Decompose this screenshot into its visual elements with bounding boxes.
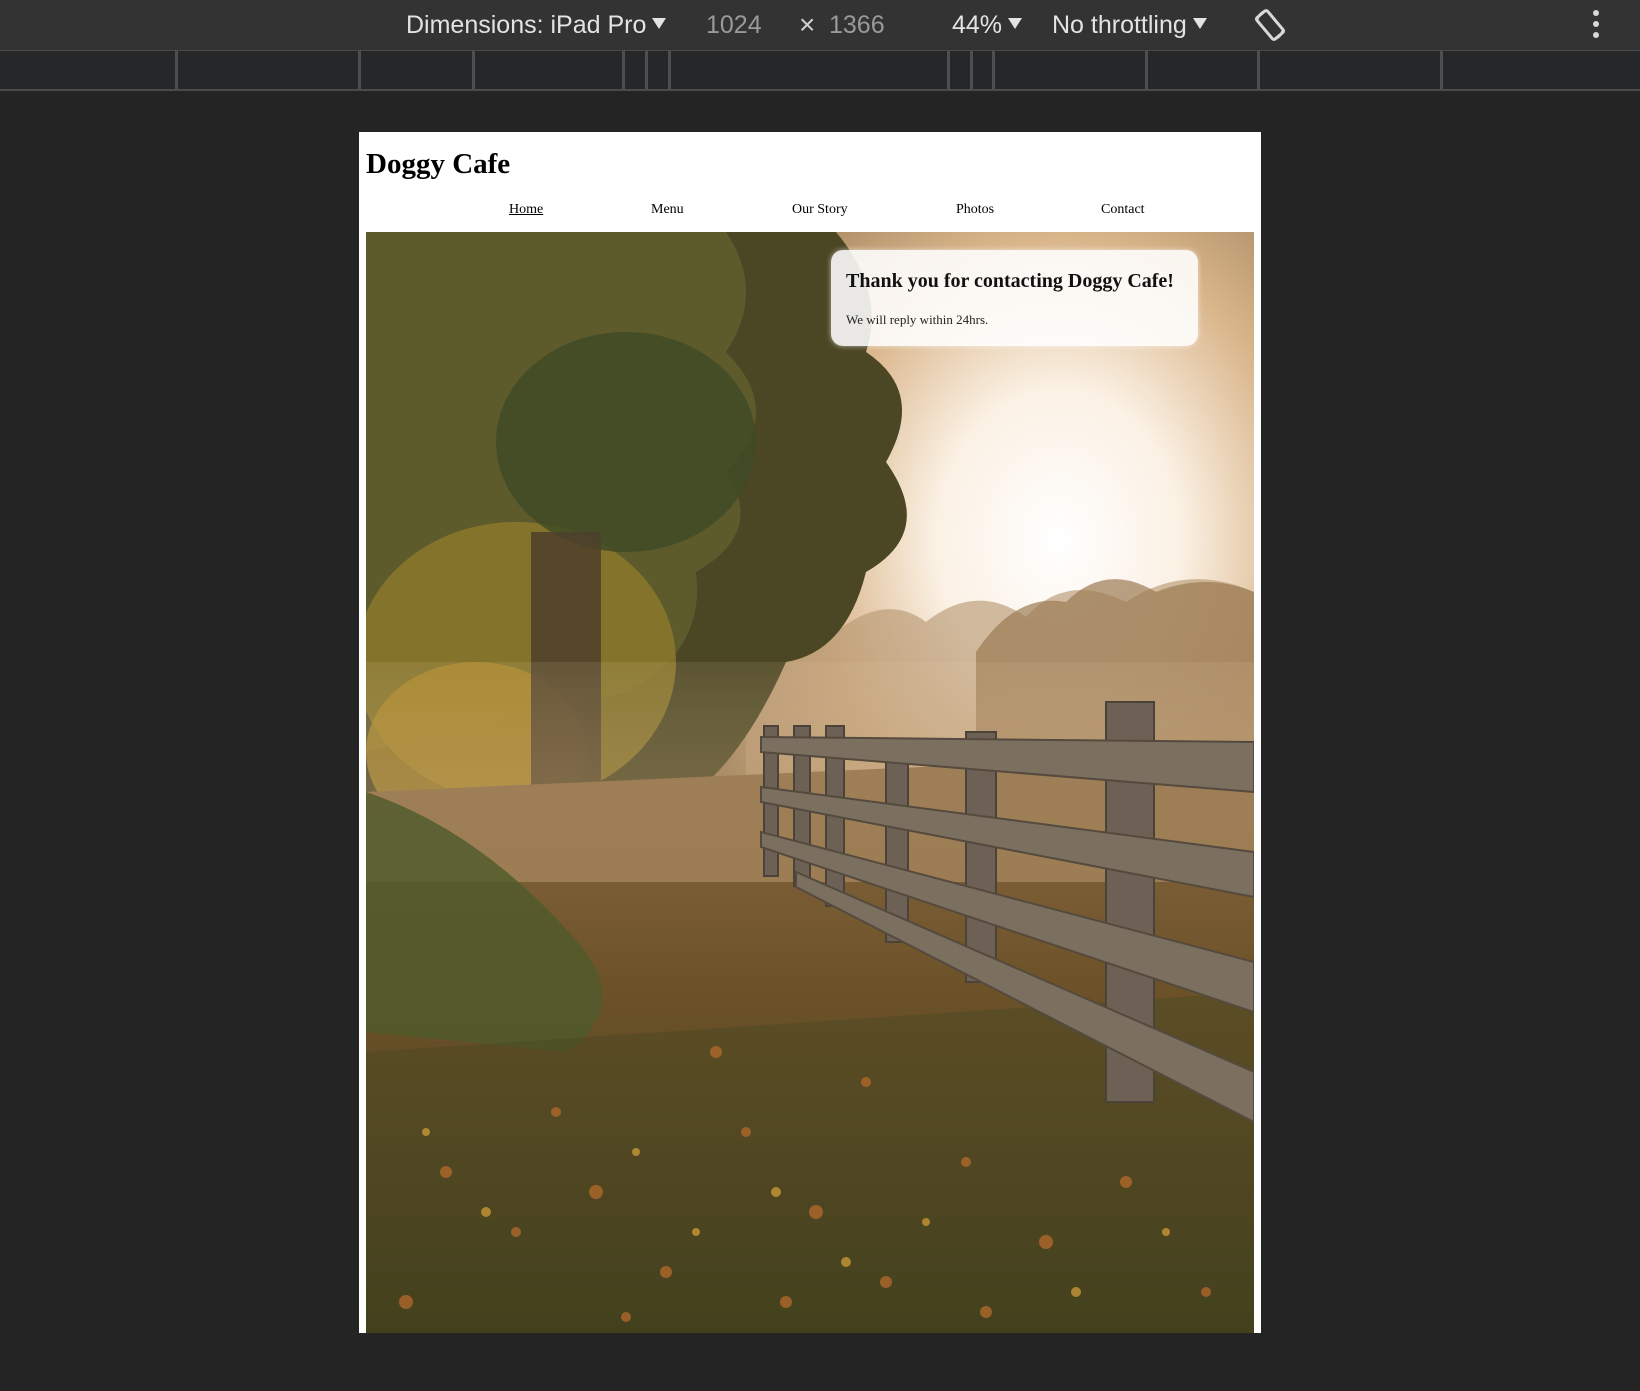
rotate-icon[interactable] [1251, 6, 1289, 44]
hero-image: Thank you for contacting Doggy Cafe! We … [366, 232, 1254, 1333]
confirmation-heading: Thank you for contacting Doggy Cafe! [846, 270, 1174, 292]
confirmation-message: Thank you for contacting Doggy Cafe! We … [831, 250, 1198, 346]
nav-home[interactable]: Home [509, 202, 543, 218]
more-vertical-icon[interactable] [1588, 10, 1604, 40]
throttling-dropdown[interactable]: No throttling [1052, 0, 1207, 50]
nav-photos[interactable]: Photos [956, 202, 994, 218]
throttling-label: No throttling [1052, 11, 1187, 39]
nav-menu[interactable]: Menu [651, 202, 684, 218]
times-icon: × [799, 9, 816, 40]
dimensions-label: Dimensions: iPad Pro [406, 11, 647, 39]
zoom-label: 44% [952, 11, 1003, 39]
zoom-dropdown[interactable]: 44% [952, 0, 1023, 50]
dimensions-dropdown[interactable]: Dimensions: iPad Pro [406, 0, 667, 50]
site-title: Doggy Cafe [366, 148, 511, 180]
nav-contact[interactable]: Contact [1101, 202, 1145, 218]
confirmation-body: We will reply within 24hrs. [846, 312, 989, 327]
dropdown-caret-icon [1192, 18, 1207, 29]
media-query-bar[interactable] [0, 51, 1640, 91]
dropdown-caret-icon [1008, 18, 1023, 29]
height-input[interactable]: 1366 [829, 0, 885, 50]
nav-our-story[interactable]: Our Story [792, 202, 848, 218]
emulated-page: Doggy Cafe Home Menu Our Story Photos Co… [359, 132, 1261, 1333]
autumn-path-fence-image [366, 232, 1254, 1333]
dropdown-caret-icon [652, 18, 667, 29]
width-input[interactable]: 1024 [706, 0, 762, 50]
devtools-device-toolbar: Dimensions: iPad Pro 1024 × 1366 44% No … [0, 0, 1640, 51]
